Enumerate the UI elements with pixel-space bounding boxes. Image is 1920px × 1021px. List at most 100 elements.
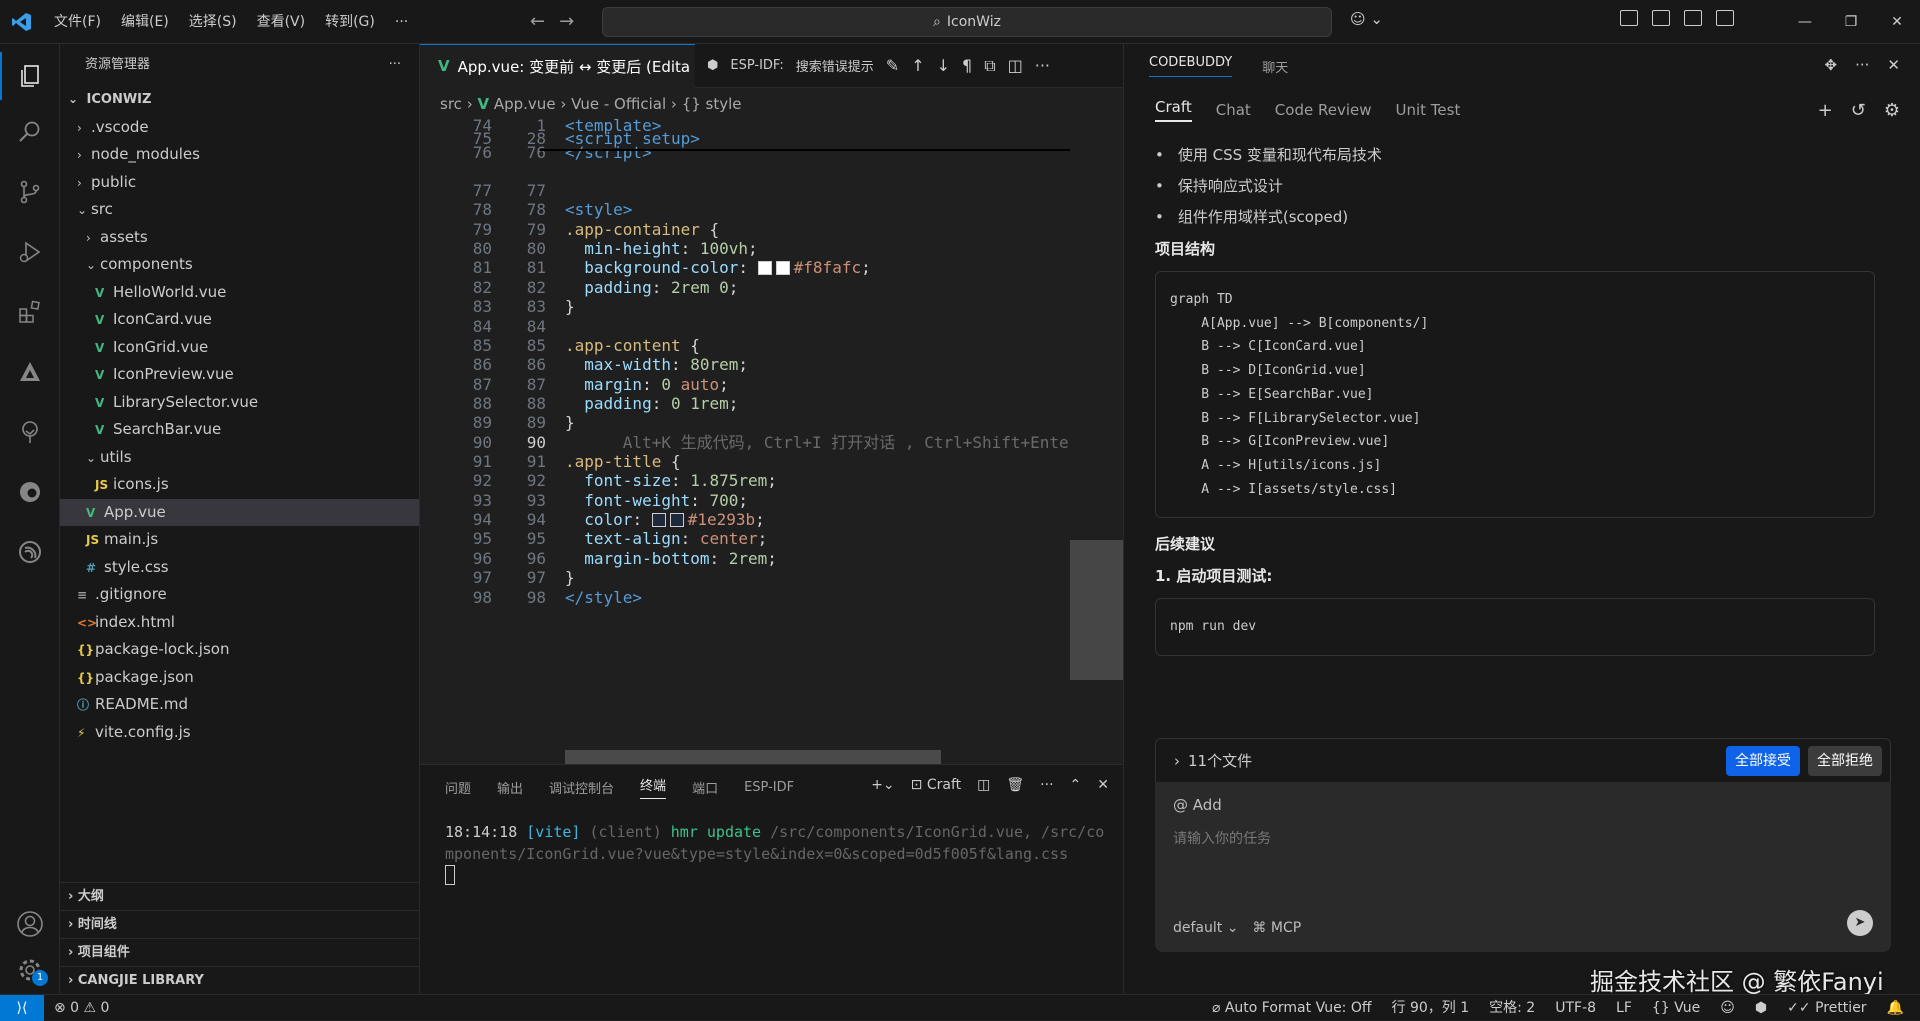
whitespace-icon[interactable]: ¶: [962, 56, 972, 75]
terminal-craft[interactable]: ⊡ Craft: [911, 777, 961, 793]
breadcrumb-symbol[interactable]: {} style: [682, 95, 742, 113]
vertical-scrollbar[interactable]: [1070, 120, 1123, 760]
back-arrow-icon[interactable]: ←: [530, 0, 545, 44]
toggle-primary-sidebar-icon[interactable]: [1652, 10, 1670, 26]
panel-project-components[interactable]: › 项目组件: [60, 938, 419, 966]
panel-cangjie-library[interactable]: › CANGJIE LIBRARY: [60, 966, 419, 994]
add-context-button[interactable]: @ Add: [1173, 796, 1873, 814]
language-mode[interactable]: {} Vue: [1652, 995, 1700, 1021]
menu-selection[interactable]: 选择(S): [179, 0, 247, 44]
tab-debug-console[interactable]: 调试控制台: [549, 778, 614, 797]
open-preview-icon[interactable]: ⧉: [984, 56, 995, 76]
scrollbar-thumb[interactable]: [1070, 540, 1123, 680]
move-icon[interactable]: ✥: [1825, 56, 1838, 74]
chat-input-box[interactable]: @ Add 请输入你的任务 default ⌄ ⌘ MCP ➤: [1155, 782, 1891, 952]
previous-change-icon[interactable]: ↑: [911, 56, 924, 75]
search-view-icon[interactable]: [0, 108, 60, 156]
restore-icon[interactable]: ❐: [1828, 0, 1874, 44]
account-icon[interactable]: [0, 900, 60, 948]
new-chat-icon[interactable]: +: [1818, 100, 1833, 121]
tree-file[interactable]: {}package-lock.json: [60, 636, 419, 664]
kill-terminal-icon[interactable]: 🗑: [1006, 777, 1024, 793]
code-editor[interactable]: 74 1 <template> 75 28 <script setup> 76 76 </scr…: [420, 116, 1123, 760]
menu-view[interactable]: 查看(V): [247, 0, 316, 44]
tab-terminal[interactable]: 终端: [640, 775, 667, 799]
edge-browser-icon[interactable]: [0, 468, 60, 516]
toggle-secondary-sidebar-icon[interactable]: [1716, 10, 1734, 26]
minimize-icon[interactable]: —: [1782, 0, 1828, 44]
indentation[interactable]: 空格: 2: [1489, 995, 1535, 1021]
maximize-panel-icon[interactable]: ⌃: [1070, 777, 1082, 793]
menu-go[interactable]: 转到(G): [315, 0, 385, 44]
panel-outline[interactable]: › 大纲: [60, 882, 419, 910]
tree-file[interactable]: JS main.js: [60, 526, 419, 554]
tree-folder[interactable]: ⌄ components: [60, 251, 419, 279]
tree-file[interactable]: V App.vue: [60, 498, 419, 526]
split-editor-icon[interactable]: ◫: [1008, 56, 1023, 75]
search-error-button[interactable]: 搜索错误提示: [796, 56, 874, 75]
npm-code-block[interactable]: npm run dev: [1155, 598, 1875, 657]
remote-icon[interactable]: ⟩⟨: [0, 994, 44, 1021]
breadcrumb-src[interactable]: src: [440, 95, 462, 113]
next-change-icon[interactable]: ↓: [937, 56, 950, 75]
explorer-icon[interactable]: [0, 52, 60, 100]
panel-timeline[interactable]: › 时间线: [60, 910, 419, 938]
tree-folder[interactable]: › .vscode: [60, 114, 419, 142]
copilot-status-icon[interactable]: ☺: [1720, 995, 1735, 1021]
tab-chat-cn[interactable]: 聊天: [1262, 57, 1288, 76]
tab-esp-idf[interactable]: ESP-IDF: [744, 780, 794, 795]
tree-file[interactable]: V HelloWorld.vue: [60, 279, 419, 307]
prettier-status[interactable]: ✓✓ Prettier: [1787, 995, 1866, 1021]
tree-view-icon[interactable]: [0, 408, 60, 456]
close-icon[interactable]: ✕: [1874, 0, 1920, 44]
cangjie-icon[interactable]: [0, 348, 60, 396]
esp-idf-icon[interactable]: [0, 528, 60, 576]
changed-files-count[interactable]: 11个文件: [1188, 750, 1252, 771]
tree-folder[interactable]: › public: [60, 169, 419, 197]
accept-all-button[interactable]: 全部接受: [1726, 746, 1800, 776]
new-terminal-icon[interactable]: +⌄: [871, 777, 894, 793]
close-icon[interactable]: ✕: [1887, 56, 1900, 74]
cursor-position[interactable]: 行 90，列 1: [1392, 995, 1470, 1021]
task-input[interactable]: 请输入你的任务: [1173, 828, 1873, 848]
command-center-search[interactable]: ⌕ IconWiz: [602, 7, 1332, 37]
tree-file[interactable]: ⓘ README.md: [60, 691, 419, 719]
tree-folder[interactable]: › assets: [60, 224, 419, 252]
edit-pencil-icon[interactable]: ✎: [886, 56, 899, 75]
tree-file[interactable]: V IconGrid.vue: [60, 334, 419, 362]
more-actions-icon[interactable]: ···: [389, 44, 401, 86]
manage-gear-icon[interactable]: 1: [0, 946, 60, 994]
tree-file[interactable]: {}package.json: [60, 664, 419, 692]
forward-arrow-icon[interactable]: →: [559, 0, 574, 44]
chevron-right-icon[interactable]: ›: [1174, 752, 1180, 770]
tab-output[interactable]: 输出: [497, 778, 523, 797]
encoding[interactable]: UTF-8: [1555, 995, 1596, 1021]
tree-file[interactable]: ⚡ vite.config.js: [60, 719, 419, 747]
tree-file[interactable]: # style.css: [60, 554, 419, 582]
tree-folder[interactable]: ⌄ utils: [60, 444, 419, 472]
history-icon[interactable]: ↺: [1851, 100, 1866, 121]
esp-status-icon[interactable]: ⬢: [1755, 995, 1767, 1021]
more-actions-icon[interactable]: ···: [1855, 56, 1869, 74]
tree-file[interactable]: V IconPreview.vue: [60, 361, 419, 389]
mode-select[interactable]: default ⌄: [1173, 920, 1238, 936]
tab-app-vue-diff[interactable]: V App.vue: 变更前 ↔ 变更后 (Edita: [420, 43, 695, 88]
breadcrumb-language[interactable]: Vue - Official: [571, 95, 666, 113]
tab-unit-test[interactable]: Unit Test: [1395, 101, 1460, 119]
tree-file[interactable]: V LibrarySelector.vue: [60, 389, 419, 417]
notifications-icon[interactable]: 🔔: [1887, 995, 1904, 1021]
source-control-icon[interactable]: [0, 168, 60, 216]
graph-code-block[interactable]: graph TD A[App.vue] --> B[components/] B…: [1155, 271, 1875, 519]
tree-file[interactable]: V SearchBar.vue: [60, 416, 419, 444]
auto-format-status[interactable]: ⌀ Auto Format Vue: Off: [1212, 995, 1372, 1021]
tree-file[interactable]: <>index.html: [60, 609, 419, 637]
send-icon[interactable]: ➤: [1847, 910, 1873, 936]
run-debug-icon[interactable]: [0, 228, 60, 276]
menu-edit[interactable]: 编辑(E): [111, 0, 179, 44]
settings-icon[interactable]: ⚙: [1884, 100, 1900, 121]
tab-craft[interactable]: Craft: [1155, 98, 1192, 122]
menu-file[interactable]: 文件(F): [44, 0, 111, 44]
tree-file[interactable]: ≡ .gitignore: [60, 581, 419, 609]
workspace-root[interactable]: ⌄ ICONWIZ: [60, 86, 419, 114]
tab-ports[interactable]: 端口: [692, 778, 718, 797]
